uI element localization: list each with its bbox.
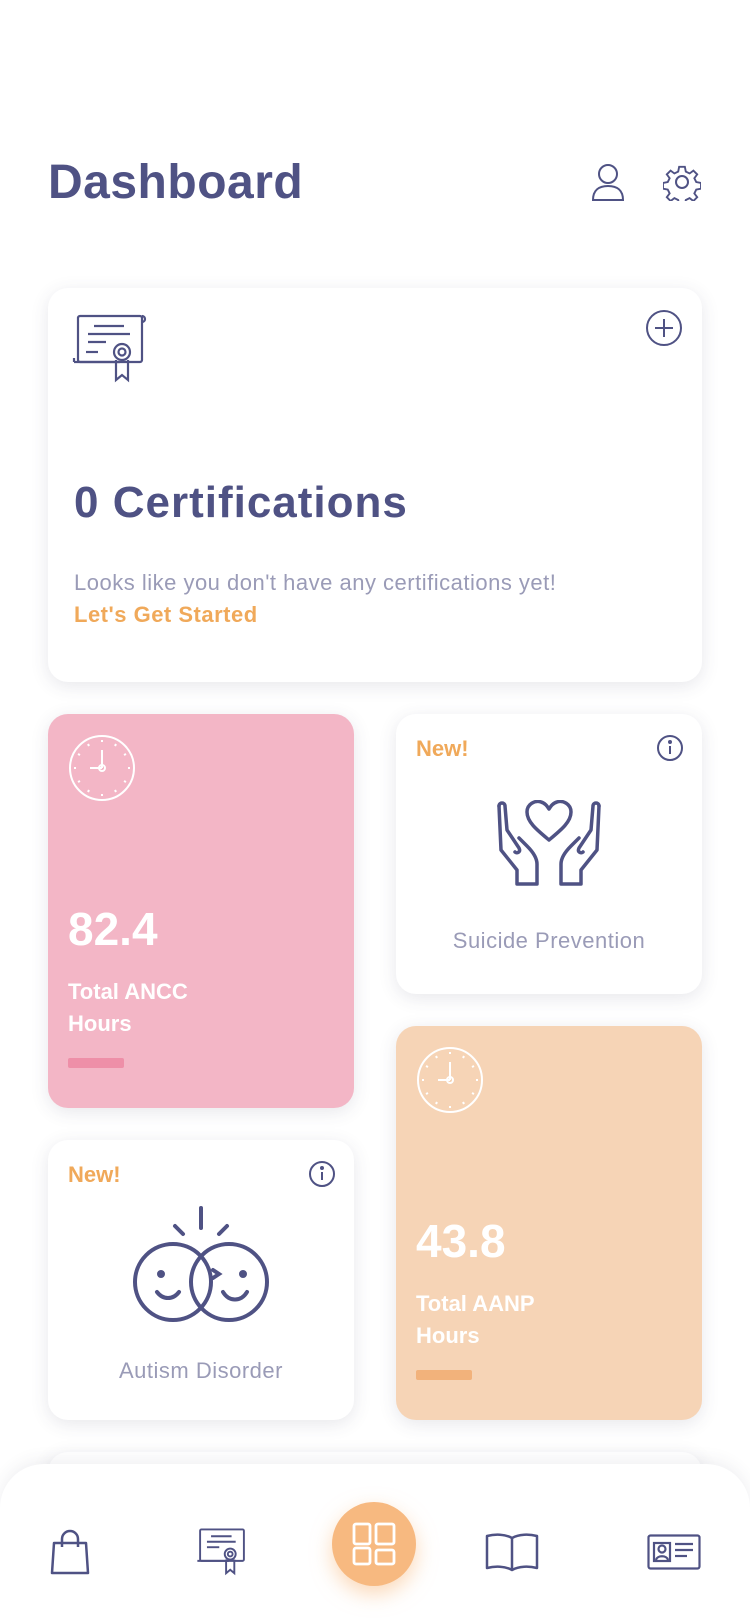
clock-icon <box>416 1046 484 1119</box>
info-icon[interactable] <box>308 1160 336 1188</box>
nav-shop[interactable] <box>40 1522 100 1582</box>
profile-button[interactable] <box>588 162 628 202</box>
certifications-count: 0 Certifications <box>74 478 408 527</box>
aanp-hours-label: Total AANP Hours <box>416 1291 535 1348</box>
certificate-icon <box>72 314 148 389</box>
ancc-progress-bar <box>68 1058 124 1068</box>
header-actions <box>588 162 702 202</box>
nav-certifications[interactable] <box>192 1522 252 1582</box>
new-badge: New! <box>68 1162 121 1187</box>
ancc-hours-label: Total ANCC Hours <box>68 979 188 1036</box>
add-certification-button[interactable] <box>644 308 684 348</box>
suicide-prevention-label: Suicide Prevention <box>452 928 646 953</box>
shopping-bag-icon <box>50 1529 90 1575</box>
get-started-link[interactable]: Let's Get Started <box>74 602 258 628</box>
autism-disorder-card[interactable]: New! Autism Disorder <box>48 1140 354 1420</box>
user-icon <box>591 164 625 201</box>
bottom-nav <box>0 1464 750 1624</box>
open-book-icon <box>485 1533 539 1572</box>
clock-icon <box>68 734 136 807</box>
suicide-prevention-card[interactable]: New! Suicide Prevention <box>396 714 702 994</box>
plus-circle-icon <box>646 310 682 346</box>
dashboard-grid-icon <box>352 1522 396 1566</box>
aanp-hours-value: 43.8 <box>416 1215 506 1267</box>
certificate-icon <box>197 1528 245 1576</box>
nav-profile-card[interactable] <box>644 1522 704 1582</box>
ancc-hours-value: 82.4 <box>68 903 158 955</box>
autism-disorder-label: Autism Disorder <box>119 1358 283 1383</box>
ancc-hours-card[interactable]: 82.4 Total ANCC Hours <box>48 714 354 1108</box>
info-icon[interactable] <box>656 734 684 762</box>
page-title: Dashboard <box>48 155 304 209</box>
smiling-faces-icon <box>48 1206 354 1324</box>
gear-icon <box>663 165 701 201</box>
certifications-card: 0 Certifications Looks like you don't ha… <box>48 288 702 682</box>
settings-button[interactable] <box>662 162 702 202</box>
new-badge: New! <box>416 736 469 761</box>
hands-heart-icon <box>396 800 702 886</box>
certifications-empty-message: Looks like you don't have any certificat… <box>74 570 557 595</box>
id-card-icon <box>647 1534 701 1570</box>
header: Dashboard <box>48 150 702 214</box>
aanp-hours-card[interactable]: 43.8 Total AANP Hours <box>396 1026 702 1420</box>
nav-dashboard[interactable] <box>332 1502 416 1586</box>
aanp-progress-bar <box>416 1370 472 1380</box>
nav-library[interactable] <box>482 1522 542 1582</box>
